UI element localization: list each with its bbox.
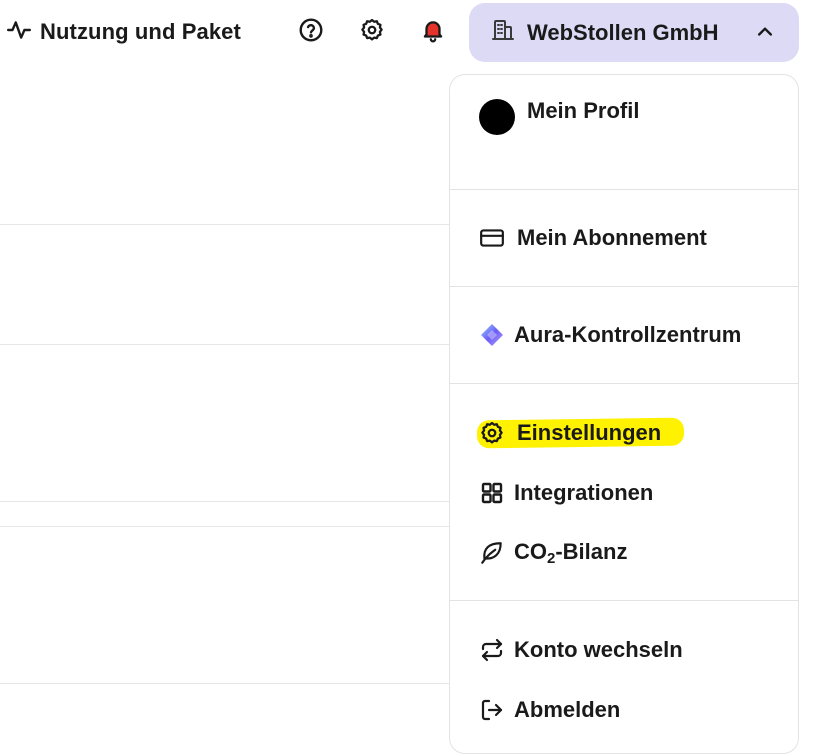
avatar — [479, 99, 515, 135]
chevron-up-icon — [755, 22, 775, 42]
menu-item-logout[interactable]: Abmelden — [479, 694, 620, 726]
list-divider — [0, 224, 449, 225]
menu-item-co2-label: CO2-Bilanz — [514, 539, 627, 567]
menu-divider — [450, 600, 798, 601]
list-divider — [0, 344, 449, 345]
menu-item-switch-account[interactable]: Konto wechseln — [479, 634, 683, 666]
menu-item-subscription[interactable]: Mein Abonnement — [479, 222, 707, 254]
menu-divider — [450, 383, 798, 384]
building-icon — [491, 18, 515, 47]
settings-button[interactable] — [358, 18, 386, 46]
help-circle-icon — [298, 17, 324, 48]
credit-card-icon — [479, 225, 505, 251]
list-divider — [0, 683, 449, 684]
gear-icon — [359, 17, 385, 48]
account-switcher-button[interactable]: WebStollen GmbH — [469, 3, 799, 62]
switch-arrows-icon — [479, 637, 505, 663]
grid-icon — [479, 480, 505, 506]
menu-divider — [450, 189, 798, 190]
menu-item-co2-balance[interactable]: CO2-Bilanz — [479, 537, 627, 569]
usage-and-plan-label: Nutzung und Paket — [40, 19, 241, 44]
help-button[interactable] — [297, 18, 325, 46]
co2-prefix: CO — [514, 539, 547, 564]
list-divider — [0, 501, 449, 502]
leaf-icon — [479, 540, 505, 566]
top-header: Nutzung und Paket WebStollen GmbH — [0, 0, 816, 64]
menu-item-integrations-label: Integrationen — [514, 480, 654, 505]
menu-item-profile-label: Mein Profil — [527, 98, 640, 123]
menu-item-settings[interactable]: Einstellungen — [476, 417, 685, 449]
menu-item-switch-account-label: Konto wechseln — [514, 637, 683, 662]
menu-item-logout-label: Abmelden — [514, 697, 621, 722]
menu-item-profile[interactable]: Mein Profil — [479, 98, 640, 135]
menu-item-settings-label: Einstellungen — [517, 420, 662, 445]
account-dropdown-menu: Mein Profil Mein Abonnement Aura-Kontrol… — [449, 74, 799, 754]
menu-item-aura-label: Aura-Kontrollzentrum — [514, 322, 742, 347]
menu-divider — [450, 286, 798, 287]
aura-diamond-icon — [479, 322, 505, 348]
menu-item-integrations[interactable]: Integrationen — [479, 477, 653, 509]
account-name: WebStollen GmbH — [527, 19, 719, 45]
activity-pulse-icon — [6, 17, 32, 48]
menu-item-subscription-label: Mein Abonnement — [517, 225, 707, 250]
list-divider — [0, 526, 449, 527]
menu-item-aura-control-center[interactable]: Aura-Kontrollzentrum — [479, 319, 741, 351]
bell-icon — [420, 17, 446, 48]
usage-and-plan-link[interactable]: Nutzung und Paket — [6, 18, 241, 46]
co2-suffix: -Bilanz — [555, 539, 628, 564]
notifications-button[interactable] — [419, 18, 447, 46]
gear-icon — [479, 420, 505, 446]
logout-icon — [479, 697, 505, 723]
